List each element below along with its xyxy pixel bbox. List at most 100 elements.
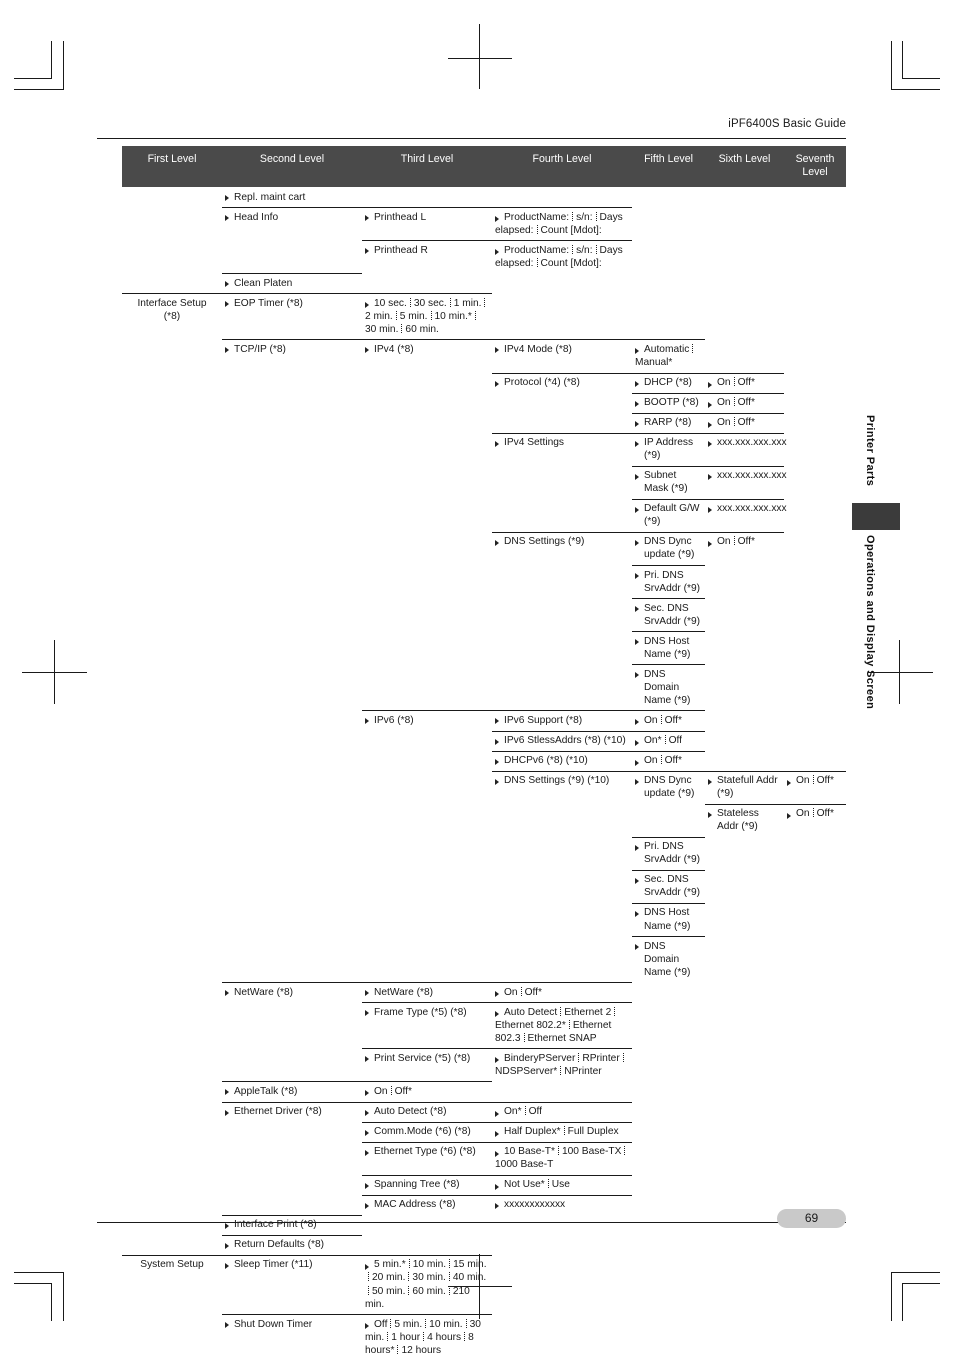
- option-value: Count [Mdot]:: [540, 224, 602, 236]
- table-cell-level-7: [784, 1314, 846, 1360]
- table-cell-level-3: [362, 373, 492, 393]
- option-value: 10 min.*: [434, 310, 472, 322]
- table-cell-level-4: DNS Settings (*9) (*10): [492, 771, 632, 804]
- menu-item-label: IPv4 Mode (*8): [495, 343, 629, 356]
- crop-mark-top-right-v: [902, 41, 903, 79]
- table-header-row: First Level Second Level Third Level Fou…: [122, 146, 846, 187]
- table-row: Ethernet Driver (*8) Auto Detect (*8) On* O…: [122, 1102, 846, 1122]
- table-row: Default G/W (*9) xxx.xxx.xxx.xxx: [122, 499, 846, 532]
- menu-item-label: Comm.Mode (*6) (*8): [365, 1125, 489, 1138]
- table-cell-level-4: [492, 804, 632, 837]
- table-cell-level-4: [492, 273, 632, 293]
- table-cell-level-1: [122, 598, 222, 631]
- option-value: On: [796, 808, 810, 820]
- table-cell-level-7: [784, 240, 846, 273]
- table-row: DNS Settings (*9) DNS Dync update (*9) On O…: [122, 532, 846, 565]
- menu-table-body: Repl. maint cart Head Info Printhead L Prod…: [122, 187, 846, 1360]
- option-separator: [572, 211, 574, 221]
- menu-item-label: DHCP (*8): [635, 376, 702, 389]
- table-cell-level-6: [705, 598, 784, 631]
- table-cell-level-1: [122, 466, 222, 499]
- table-row: Ethernet Type (*6) (*8) 10 Base-T* 100 Bas…: [122, 1142, 846, 1175]
- table-row: NetWare (*8) NetWare (*8) On Off*: [122, 982, 846, 1002]
- table-cell-level-1: [122, 273, 222, 293]
- column-header-seventh-level: Seventh Level: [784, 146, 846, 187]
- table-cell-level-2: [222, 565, 362, 598]
- table-cell-level-5: [632, 1081, 705, 1101]
- table-cell-level-1: [122, 339, 222, 372]
- option-value: 30 sec.: [413, 297, 447, 309]
- table-row: Interface Print (*8): [122, 1215, 846, 1235]
- menu-item-label: Statefull Addr (*9): [708, 774, 781, 800]
- table-cell-level-1: [122, 710, 222, 730]
- table-cell-level-2: [222, 499, 362, 532]
- table-row: Print Service (*5) (*8) BinderyPServer RPr…: [122, 1048, 846, 1081]
- table-cell-level-4: Not Use* Use: [492, 1175, 632, 1195]
- option-list: On Off*: [708, 377, 755, 388]
- table-cell-level-1: [122, 1175, 222, 1195]
- option-list: On Off*: [495, 986, 542, 998]
- table-cell-level-7: [784, 499, 846, 532]
- menu-item-label: IPv6 StlessAddrs (*8) (*10): [495, 734, 629, 747]
- option-value: 10 sec.: [374, 297, 407, 309]
- table-cell-level-2: [222, 903, 362, 936]
- option-value: Off*: [737, 536, 755, 548]
- footer-divider: [97, 1222, 846, 1224]
- option-value: ProductName:: [504, 211, 570, 223]
- crop-mark-top-left-h: [14, 78, 52, 79]
- option-value: Off*: [737, 377, 755, 389]
- table-cell-level-7: [784, 187, 846, 207]
- menu-item-label: Printhead L: [365, 211, 489, 224]
- option-separator: [563, 1126, 565, 1136]
- menu-item-label: DNS Dync update (*9): [635, 774, 702, 800]
- option-value: Auto Detect: [504, 1006, 558, 1018]
- table-row: Frame Type (*5) (*8) Auto Detect Ethernet …: [122, 1002, 846, 1048]
- option-list: On Off*: [787, 808, 834, 819]
- option-separator: [595, 244, 597, 254]
- table-cell-level-7: [784, 1102, 846, 1122]
- table-cell-level-5: Sec. DNS SrvAddr (*9): [632, 870, 705, 903]
- option-list: On Off*: [708, 536, 755, 547]
- table-cell-level-7: [784, 1122, 846, 1142]
- table-cell-level-6: [705, 982, 784, 1002]
- table-cell-level-7: [784, 936, 846, 982]
- table-cell-level-5: DHCP (*8): [632, 373, 705, 393]
- menu-item-label: RARP (*8): [635, 416, 702, 429]
- table-cell-level-3: Printhead R: [362, 240, 492, 273]
- option-value: On: [717, 397, 731, 409]
- menu-item-label: Protocol (*4) (*8): [495, 376, 629, 389]
- table-cell-level-4: DNS Settings (*9): [492, 532, 632, 565]
- table-cell-level-6: [705, 273, 784, 293]
- table-cell-level-2: Clean Platen: [222, 273, 362, 293]
- table-row: DNS Settings (*9) (*10) DNS Dync update (…: [122, 771, 846, 804]
- table-cell-level-4: [492, 903, 632, 936]
- table-cell-level-7: [784, 1175, 846, 1195]
- table-cell-level-7: [784, 1255, 846, 1314]
- table-cell-level-7: [784, 710, 846, 730]
- menu-item-label: IPv6 Support (*8): [495, 714, 629, 727]
- option-separator: [622, 1052, 624, 1062]
- option-value: Count [Mdot]:: [540, 257, 602, 269]
- menu-item-label: Head Info: [225, 211, 359, 224]
- table-cell-level-2: Interface Print (*8): [222, 1215, 362, 1235]
- table-cell-level-2: EOP Timer (*8): [222, 293, 362, 339]
- table-cell-level-1: [122, 771, 222, 804]
- menu-item-label: Auto Detect (*8): [365, 1105, 489, 1118]
- option-separator: [812, 808, 814, 818]
- menu-item-label: DNS Dync update (*9): [635, 535, 702, 561]
- menu-hierarchy-table: First Level Second Level Third Level Fou…: [122, 146, 846, 1360]
- menu-item-label: MAC Address (*8): [365, 1198, 489, 1211]
- option-value: NPrinter: [564, 1065, 602, 1077]
- registration-mark-top-h: [448, 58, 512, 59]
- table-cell-level-5: DNS Dync update (*9): [632, 771, 705, 804]
- table-cell-level-1: [122, 1314, 222, 1360]
- table-cell-level-4: On* Off: [492, 1102, 632, 1122]
- table-cell-level-3: [362, 771, 492, 804]
- table-row: DNS Domain Name (*9): [122, 664, 846, 710]
- option-separator: [536, 257, 538, 267]
- option-separator: [614, 1006, 616, 1016]
- table-cell-level-1: System Setup: [122, 1255, 222, 1314]
- option-separator: [465, 1318, 467, 1328]
- table-cell-level-1: [122, 837, 222, 870]
- table-cell-level-7: [784, 664, 846, 710]
